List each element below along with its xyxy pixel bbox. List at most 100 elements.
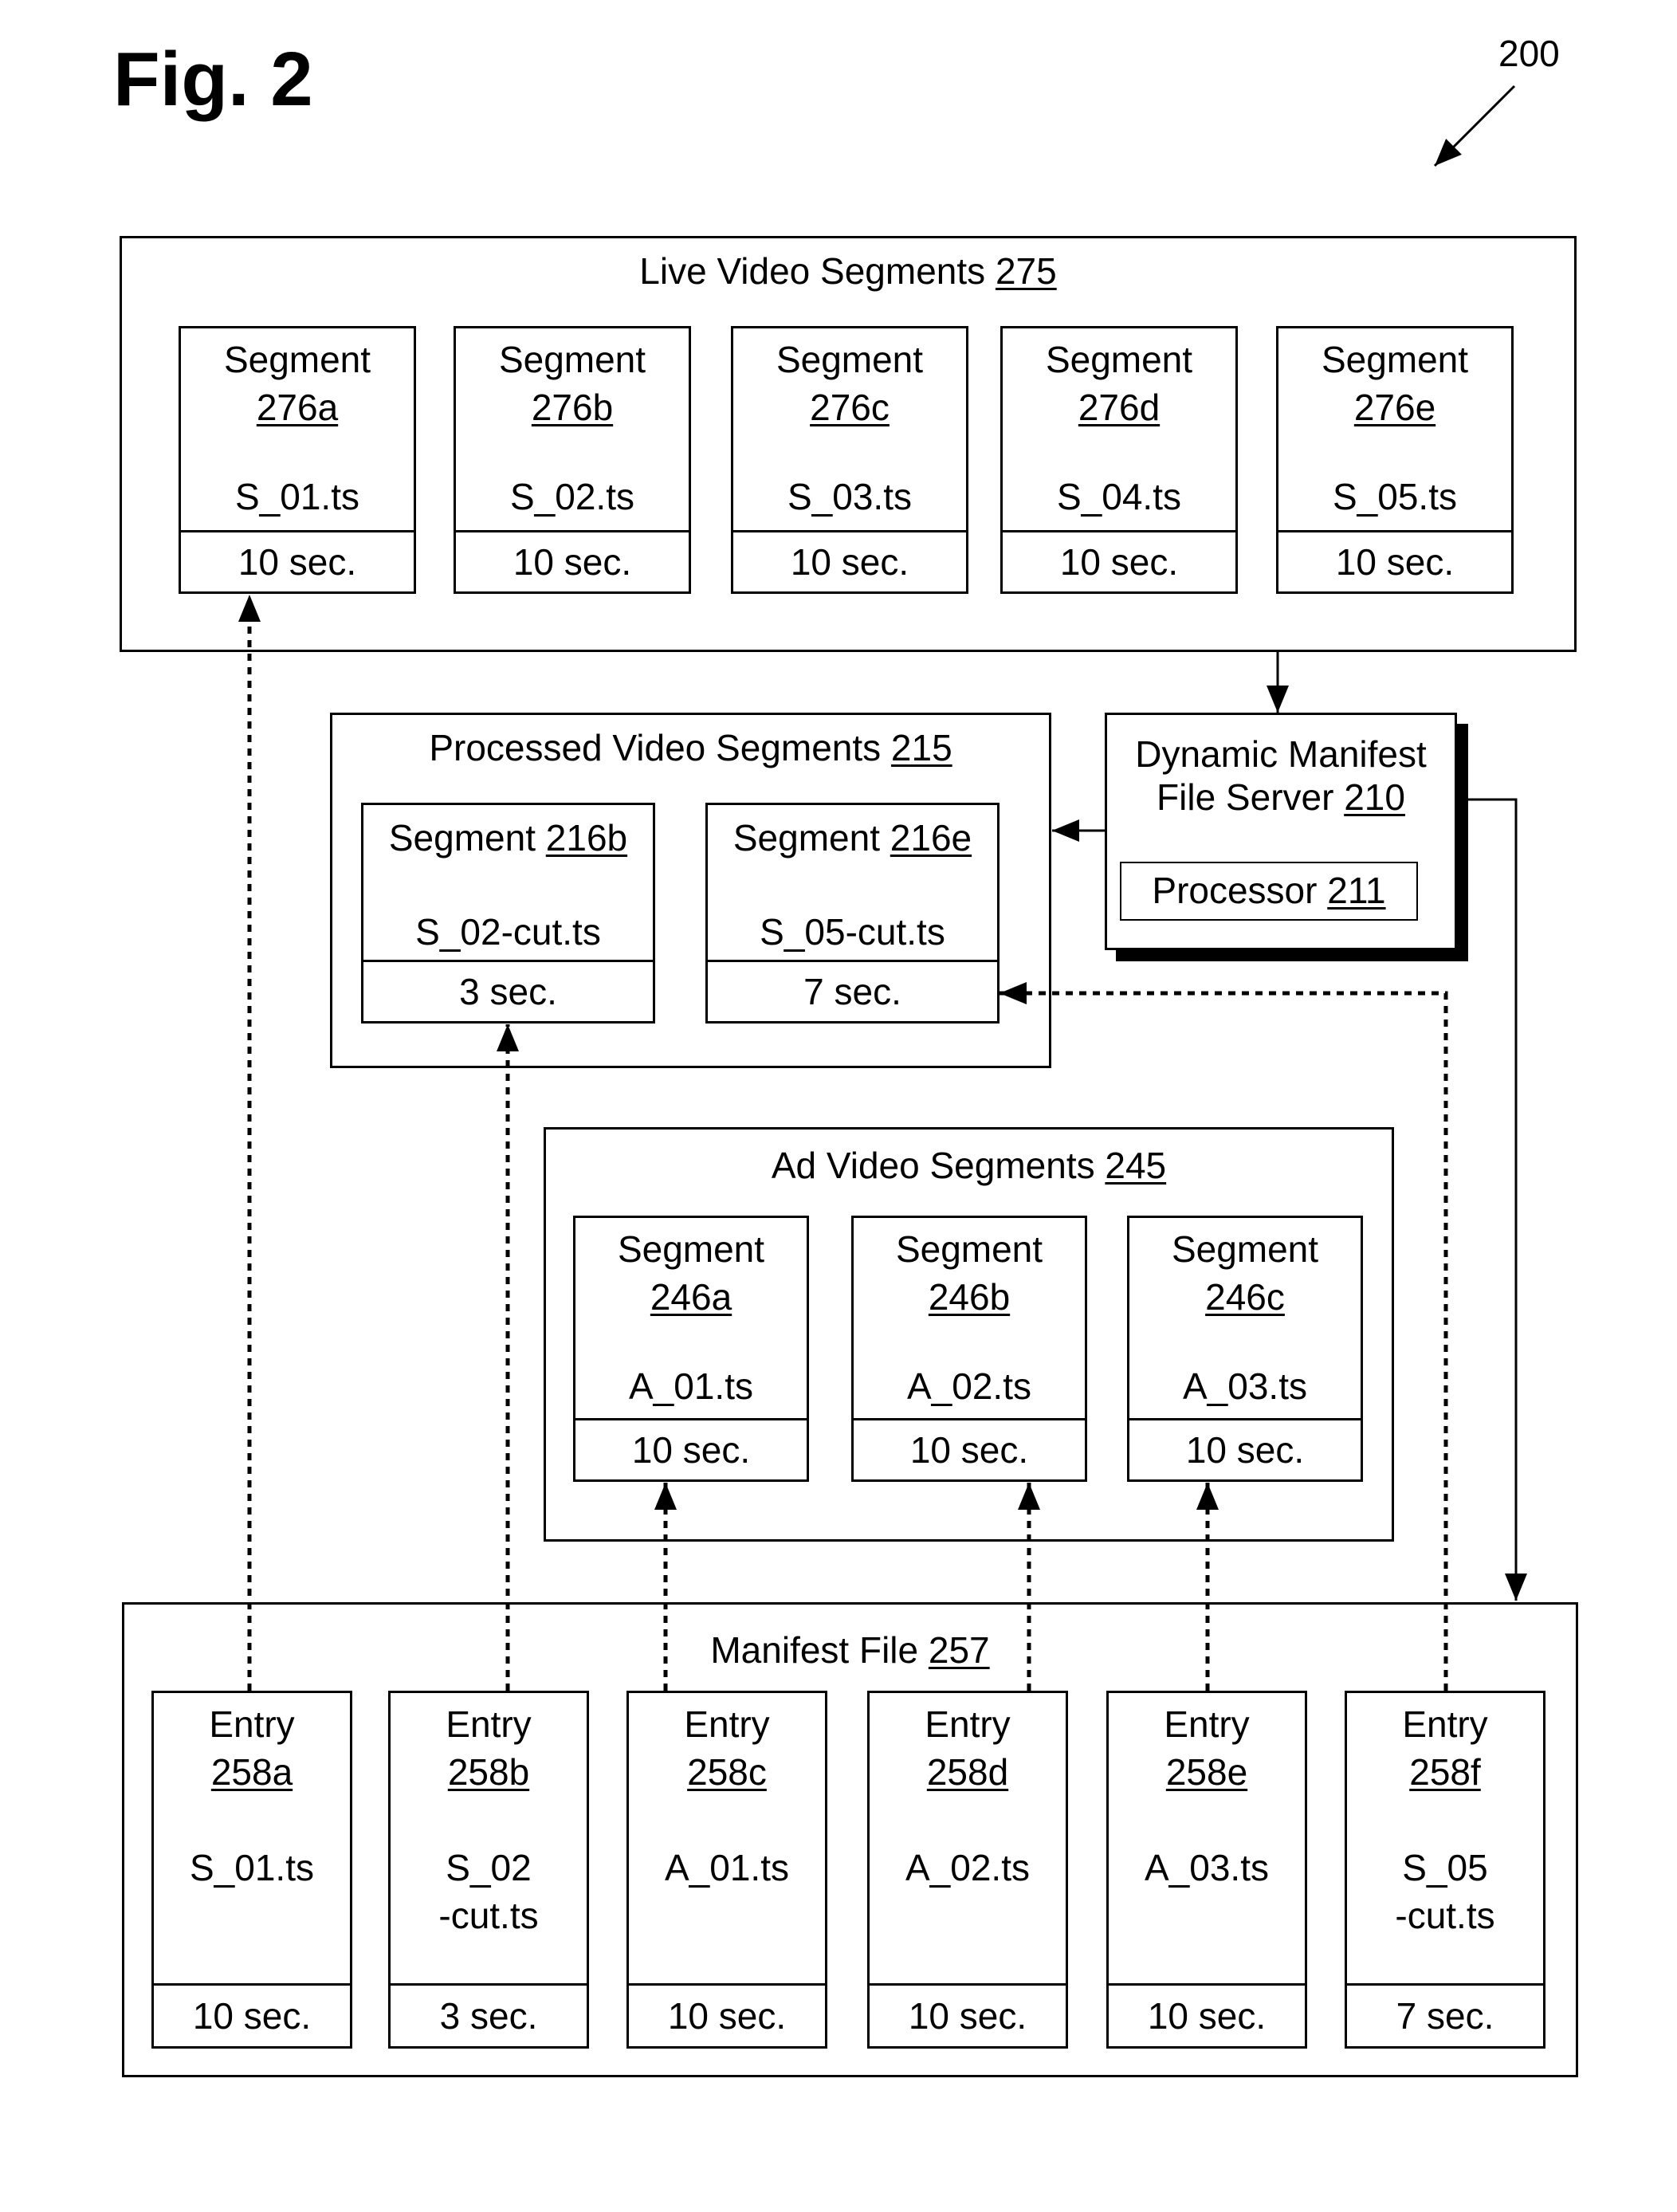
ref-number: 211 — [1327, 870, 1386, 911]
ref-number: 246b — [928, 1276, 1011, 1318]
title-text: Manifest File — [710, 1629, 919, 1671]
file-name: A_03.ts — [1183, 1365, 1307, 1407]
dynamic-manifest-file-server: Dynamic Manifest File Server 210 Process… — [1105, 713, 1457, 950]
manifest-entry-258f: Entry 258f S_05 -cut.ts 7 sec. — [1345, 1691, 1545, 2049]
ref-number: 216e — [890, 817, 972, 858]
cell-heading: Segment 216e — [708, 815, 997, 861]
file-name: S_05-cut.ts — [760, 911, 945, 953]
cell-label: Segment — [776, 339, 924, 380]
manifest-entry-258e: Entry 258e A_03.ts 10 sec. — [1106, 1691, 1307, 2049]
manifest-file-title: Manifest File 257 — [124, 1632, 1576, 1668]
ad-segment-246c: Segment 246c A_03.ts 10 sec. — [1127, 1216, 1363, 1482]
title-text: Processed Video Segments — [429, 727, 882, 768]
duration: 10 sec. — [1129, 1418, 1361, 1479]
processed-video-segments-title: Processed Video Segments 215 — [332, 729, 1049, 766]
ref-number: 245 — [1105, 1145, 1167, 1186]
ref-number: 246c — [1205, 1276, 1285, 1318]
duration: 10 sec. — [733, 530, 966, 591]
cell-ref: 258d — [870, 1749, 1066, 1795]
duration: 7 sec. — [1347, 1983, 1543, 2046]
figure-reference-arrow — [1433, 84, 1516, 167]
cell-ref: 246c — [1129, 1274, 1361, 1320]
figure-reference-number: 200 — [1498, 33, 1560, 74]
processed-segment-216e: Segment 216e S_05-cut.ts 7 sec. — [705, 803, 1000, 1023]
duration: 10 sec. — [456, 530, 689, 591]
cell-ref: 258b — [391, 1749, 587, 1795]
cell-label: Entry — [925, 1703, 1011, 1745]
duration: 10 sec. — [1003, 530, 1235, 591]
ref-number: 258d — [926, 1751, 1009, 1793]
ref-number: 216b — [545, 817, 628, 858]
ref-number: 258a — [210, 1751, 293, 1793]
ad-video-segments-title: Ad Video Segments 245 — [546, 1147, 1392, 1184]
cell-label: Segment — [1045, 339, 1193, 380]
ref-number: 276c — [810, 387, 890, 428]
cell-ref: 276c — [733, 384, 966, 430]
cell-ref: 276a — [181, 384, 414, 430]
title-text: Ad Video Segments — [771, 1145, 1095, 1186]
duration: 10 sec. — [1278, 530, 1511, 591]
ref-number: 276e — [1353, 387, 1436, 428]
live-segment-276d: Segment 276d S_04.ts 10 sec. — [1000, 326, 1238, 594]
ref-number: 258c — [687, 1751, 767, 1793]
cell-label: Segment — [895, 1228, 1043, 1270]
ref-number: 276d — [1078, 387, 1161, 428]
file-name: S_01.ts — [235, 476, 359, 517]
cell-ref: 276e — [1278, 384, 1511, 430]
file-name: A_01.ts — [665, 1847, 789, 1888]
cell-heading: Segment 216b — [363, 815, 653, 861]
duration: 7 sec. — [708, 960, 997, 1021]
file-name: S_05 — [1402, 1847, 1488, 1888]
arrowhead-icon — [1505, 1574, 1527, 1601]
duration: 10 sec. — [854, 1418, 1085, 1479]
duration: 10 sec. — [1109, 1983, 1305, 2046]
file-name: S_05.ts — [1333, 476, 1457, 517]
ad-segment-246b: Segment 246b A_02.ts 10 sec. — [851, 1216, 1087, 1482]
cell-ref: 276b — [456, 384, 689, 430]
ref-number: 210 — [1344, 776, 1405, 818]
server-title-line2: File Server — [1157, 776, 1334, 818]
cell-ref: 258a — [154, 1749, 350, 1795]
cell-label: Segment — [617, 1228, 765, 1270]
file-name: -cut.ts — [1395, 1895, 1495, 1936]
ref-number: 215 — [890, 727, 952, 768]
processor-label: Processor — [1152, 870, 1318, 911]
ref-number: 258b — [447, 1751, 530, 1793]
server-title: Dynamic Manifest File Server 210 — [1107, 733, 1455, 819]
title-text: Live Video Segments — [639, 250, 986, 292]
arrowhead-icon — [1052, 819, 1079, 842]
duration: 3 sec. — [391, 1983, 587, 2046]
live-segment-276e: Segment 276e S_05.ts 10 sec. — [1276, 326, 1514, 594]
duration: 10 sec. — [629, 1983, 825, 2046]
ad-segment-246a: Segment 246a A_01.ts 10 sec. — [573, 1216, 809, 1482]
cell-ref: 258c — [629, 1749, 825, 1795]
ref-number: 258e — [1165, 1751, 1248, 1793]
duration: 10 sec. — [181, 530, 414, 591]
cell-label: Entry — [684, 1703, 770, 1745]
file-name: S_04.ts — [1057, 476, 1181, 517]
manifest-entry-258a: Entry 258a S_01.ts 10 sec. — [151, 1691, 352, 2049]
arrowhead-icon — [1435, 139, 1462, 166]
processor: Processor 211 — [1120, 862, 1418, 921]
cell-label: Segment — [1171, 1228, 1319, 1270]
duration: 10 sec. — [870, 1983, 1066, 2046]
cell-label: Segment — [1321, 339, 1469, 380]
cell-label: Entry — [209, 1703, 295, 1745]
duration: 3 sec. — [363, 960, 653, 1021]
live-segment-276b: Segment 276b S_02.ts 10 sec. — [454, 326, 691, 594]
cell-label: Entry — [1164, 1703, 1250, 1745]
cell-label: Segment — [498, 339, 646, 380]
figure-title: Fig. 2 — [113, 37, 313, 122]
arrowhead-icon — [1267, 686, 1289, 713]
file-name: S_01.ts — [190, 1847, 314, 1888]
file-name: S_02 — [446, 1847, 532, 1888]
manifest-entry-258c: Entry 258c A_01.ts 10 sec. — [626, 1691, 827, 2049]
manifest-entry-258d: Entry 258d A_02.ts 10 sec. — [867, 1691, 1068, 2049]
cell-label: Entry — [446, 1703, 532, 1745]
cell-label: Segment — [223, 339, 371, 380]
ref-number: 257 — [928, 1629, 990, 1671]
cell-label: Segment — [732, 817, 880, 858]
file-name: -cut.ts — [438, 1895, 539, 1936]
duration: 10 sec. — [154, 1983, 350, 2046]
file-name: A_02.ts — [905, 1847, 1030, 1888]
